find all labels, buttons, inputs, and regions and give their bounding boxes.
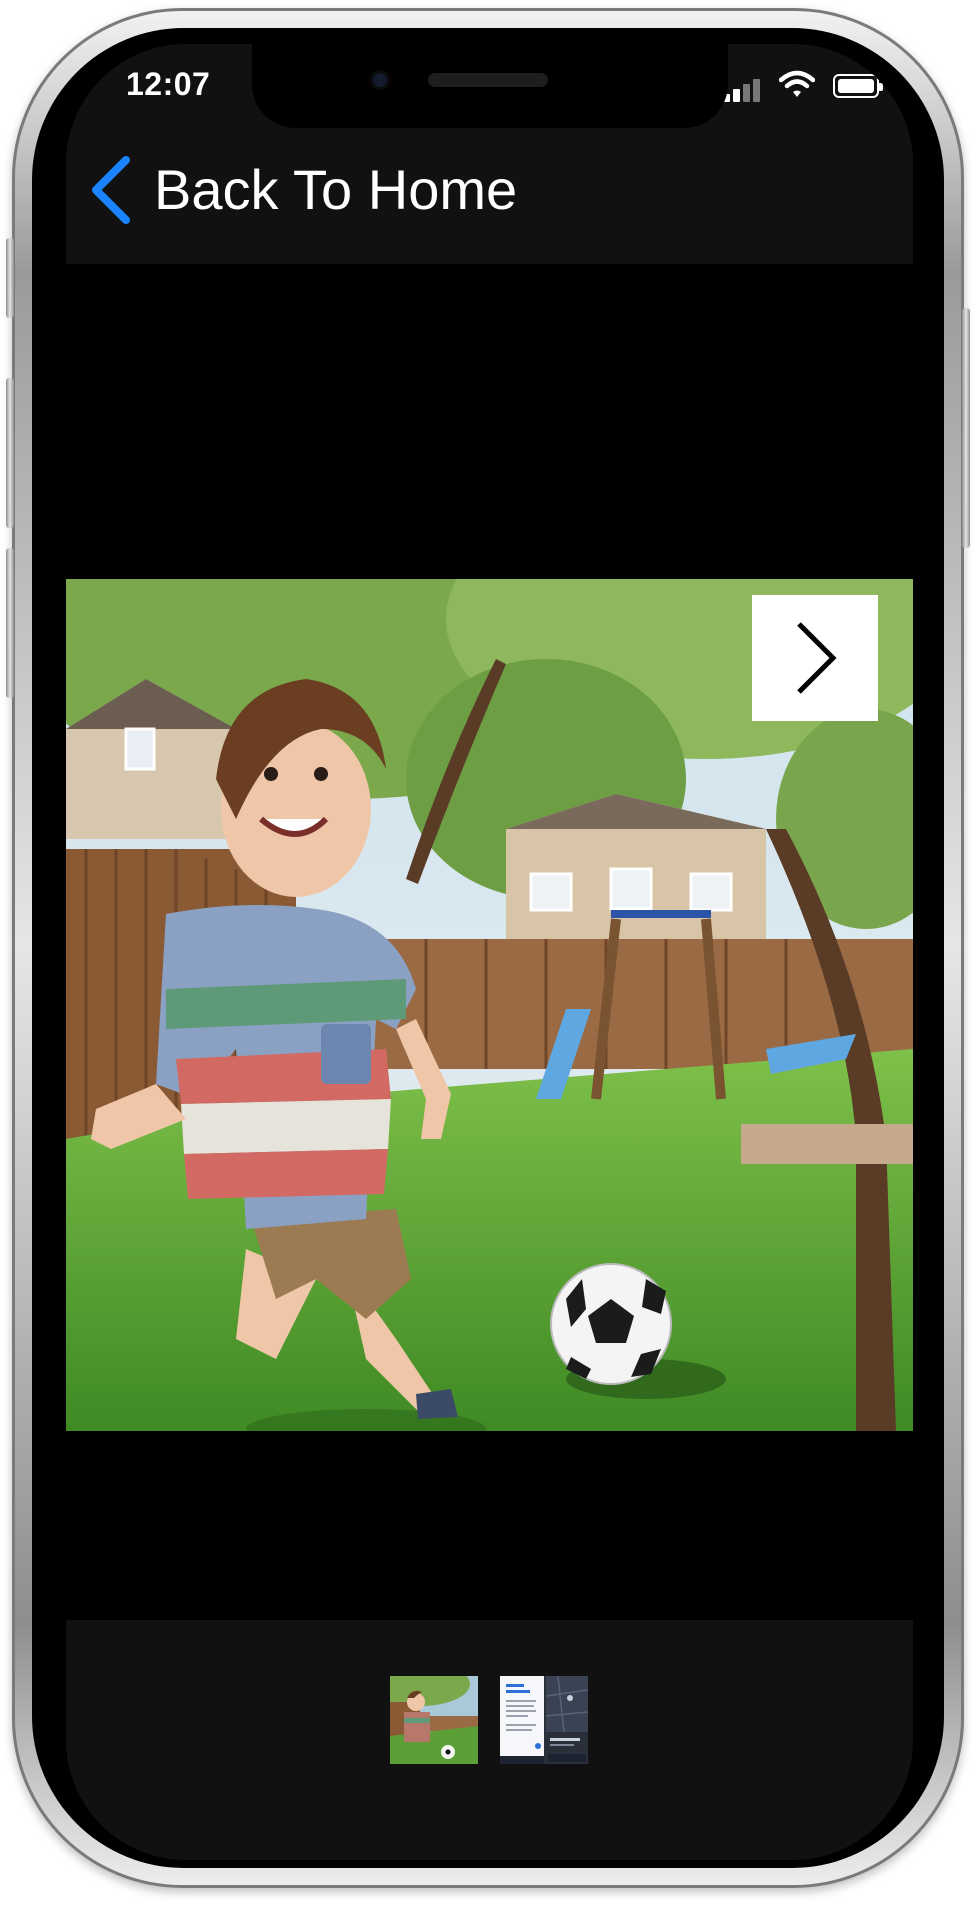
earpiece-speaker <box>428 73 548 87</box>
next-image-button[interactable] <box>752 595 878 721</box>
screen: 12:07 Back To Home <box>66 44 913 1860</box>
notch <box>252 44 728 128</box>
front-camera <box>370 70 390 90</box>
thumbnail-strip <box>66 1620 913 1860</box>
status-time: 12:07 <box>126 66 211 102</box>
thumbnail-boy-soccer[interactable] <box>390 1676 478 1764</box>
back-label: Back To Home <box>154 158 518 221</box>
cellular-signal-icon <box>723 78 763 102</box>
navigation-bar: Back To Home <box>66 128 913 264</box>
chevron-left-icon <box>92 156 130 224</box>
battery-icon <box>833 74 883 98</box>
chevron-right-icon <box>797 622 837 694</box>
mute-switch <box>6 238 14 318</box>
power-button <box>962 308 970 548</box>
image-viewer <box>66 264 913 1664</box>
back-to-home-button[interactable]: Back To Home <box>88 156 517 224</box>
volume-down-button <box>6 548 14 698</box>
volume-up-button <box>6 378 14 528</box>
thumbnail-app-screenshot[interactable] <box>500 1676 588 1764</box>
wifi-icon <box>779 70 815 97</box>
